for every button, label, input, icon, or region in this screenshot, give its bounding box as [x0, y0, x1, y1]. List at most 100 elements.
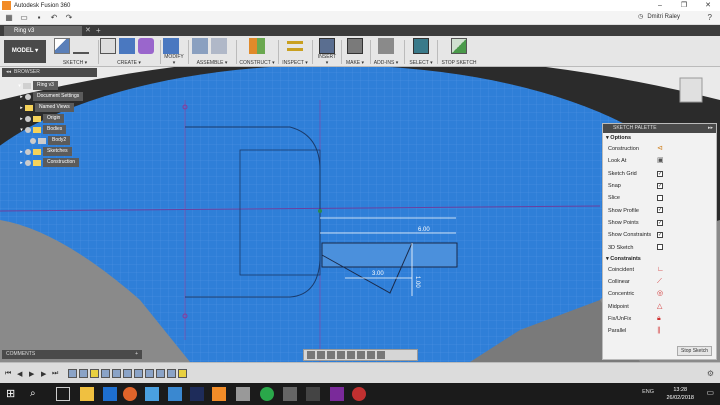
constraint-coincident[interactable]: Coincident ∟	[603, 264, 716, 276]
parallel-icon[interactable]: ∥	[657, 327, 665, 335]
expand-icon[interactable]: ▸	[18, 94, 25, 100]
timeline-step[interactable]	[123, 369, 132, 378]
firefox-icon[interactable]	[123, 387, 137, 401]
expand-icon[interactable]: ▸	[18, 116, 25, 122]
expand-icon[interactable]: ▸	[18, 160, 25, 166]
file-explorer-icon[interactable]	[80, 387, 94, 401]
grid-settings-icon[interactable]	[367, 351, 375, 359]
timeline-step[interactable]	[156, 369, 165, 378]
tree-node-construction[interactable]: ▸ Construction	[18, 158, 80, 167]
visibility-eye-icon[interactable]	[25, 115, 31, 122]
visibility-eye-icon[interactable]	[25, 159, 31, 166]
show-profile-checkbox[interactable]: ✓	[657, 207, 663, 214]
inspect-group[interactable]: INSPECT ▾	[282, 38, 308, 66]
concentric-icon[interactable]: ◎	[657, 290, 665, 298]
display-settings-icon[interactable]	[357, 351, 365, 359]
construction-toggle-icon[interactable]: ⊲	[657, 145, 665, 153]
dimension-3-label[interactable]: 3.00	[372, 271, 384, 277]
dimension-6-label[interactable]: 6.00	[418, 227, 430, 233]
dimension-1-label[interactable]: 1.00	[414, 276, 420, 288]
workspace-mode-button[interactable]: MODEL ▾	[4, 40, 46, 63]
sketch-rectangle[interactable]	[321, 242, 458, 268]
minimize-button[interactable]: –	[648, 0, 672, 11]
option-sketch-grid[interactable]: Sketch Grid ✓	[603, 168, 716, 180]
palette-header[interactable]: SKETCH PALETTE ▸▸	[603, 124, 716, 133]
make-group[interactable]: MAKE ▾	[344, 38, 366, 66]
add-comment-icon[interactable]: +	[135, 350, 138, 359]
timeline-step[interactable]	[79, 369, 88, 378]
language-indicator[interactable]: ENG	[642, 389, 654, 395]
viewports-icon[interactable]	[377, 351, 385, 359]
calculator-icon[interactable]	[236, 387, 250, 401]
select-icon[interactable]	[413, 38, 429, 54]
constraint-collinear[interactable]: Collinear ⟋	[603, 276, 716, 288]
step-back-icon[interactable]: ◀	[17, 370, 22, 378]
expand-icon[interactable]: ▸	[18, 105, 25, 111]
assemble-label[interactable]: ASSEMBLE ▾	[192, 60, 232, 66]
option-show-points[interactable]: Show Points ✓	[603, 217, 716, 229]
stop-sketch-label[interactable]: STOP SKETCH	[440, 60, 478, 66]
app-icon[interactable]	[283, 387, 297, 401]
modify-label[interactable]: MODIFY ▾	[163, 54, 185, 66]
timeline-settings-gear-icon[interactable]: ⚙	[707, 369, 714, 378]
timeline-step[interactable]	[178, 369, 187, 378]
sketch-grid-checkbox[interactable]: ✓	[657, 170, 663, 177]
constraint-midpoint[interactable]: Midpoint △	[603, 301, 716, 313]
task-view-icon[interactable]	[56, 387, 70, 401]
tree-node-body2[interactable]: Body2	[30, 136, 71, 145]
new-component-icon[interactable]	[192, 38, 208, 54]
make-label[interactable]: MAKE ▾	[344, 60, 366, 66]
3d-sketch-checkbox[interactable]	[657, 244, 663, 251]
go-to-start-icon[interactable]: ⏮	[5, 370, 11, 378]
snap-checkbox[interactable]: ✓	[657, 182, 663, 189]
origin-point[interactable]	[318, 209, 322, 213]
insert-label[interactable]: INSERT ▾	[316, 54, 338, 66]
sphere-icon[interactable]	[138, 38, 154, 54]
addins-group[interactable]: ADD-INS ▾	[372, 38, 400, 66]
create-group[interactable]: CREATE ▾	[100, 38, 158, 66]
visibility-eye-icon[interactable]	[25, 126, 31, 133]
windows-start-icon[interactable]: ⊞	[6, 387, 20, 401]
data-panel-grid-icon[interactable]: ▦	[3, 12, 15, 24]
tree-label[interactable]: Origin	[43, 114, 65, 123]
notifications-icon[interactable]: ▭	[706, 388, 714, 397]
user-name[interactable]: Dmitri Raley	[647, 14, 680, 20]
modify-group[interactable]: MODIFY ▾	[163, 38, 185, 66]
orbit-icon[interactable]	[307, 351, 315, 359]
tree-node-root[interactable]: ▾ Ring v3	[16, 81, 58, 90]
clock-icon[interactable]: ◷	[638, 13, 643, 20]
assemble-group[interactable]: ASSEMBLE ▾	[192, 38, 232, 66]
go-to-end-icon[interactable]: ⏭	[52, 370, 58, 378]
new-tab-icon[interactable]: +	[96, 25, 101, 36]
file-menu-icon[interactable]: ▭	[18, 12, 30, 24]
collapse-icon[interactable]: ◂◂	[6, 68, 11, 77]
search-icon[interactable]: ⌕	[30, 387, 44, 401]
option-3d-sketch[interactable]: 3D Sketch	[603, 241, 716, 253]
look-at-icon[interactable]: ▣	[657, 157, 665, 165]
options-section-header[interactable]: ▾ Options	[603, 133, 716, 143]
show-constraints-checkbox[interactable]: ✓	[657, 232, 663, 239]
tree-node-origin[interactable]: ▸ Origin	[18, 114, 65, 123]
3d-print-icon[interactable]	[347, 38, 363, 54]
undo-icon[interactable]: ↶	[48, 12, 60, 24]
line-icon[interactable]	[73, 38, 89, 54]
lock-icon[interactable]: 🔒︎	[657, 315, 665, 323]
offset-plane-icon[interactable]	[249, 38, 265, 54]
scripts-addins-icon[interactable]	[378, 38, 394, 54]
expand-icon[interactable]: ▸	[18, 149, 25, 155]
stop-sketch-button[interactable]: Stop Sketch	[677, 346, 712, 356]
option-slice[interactable]: Slice	[603, 192, 716, 204]
timeline-step[interactable]	[68, 369, 77, 378]
midpoint-icon[interactable]: △	[657, 303, 665, 311]
insert-image-icon[interactable]	[319, 38, 335, 54]
collinear-icon[interactable]: ⟋	[657, 278, 665, 286]
tree-node-sketches[interactable]: ▸ Sketches	[18, 147, 72, 156]
app-icon[interactable]	[306, 387, 320, 401]
expand-icon[interactable]: ▾	[16, 83, 23, 89]
insert-group[interactable]: INSERT ▾	[316, 38, 338, 66]
app-icon[interactable]	[145, 387, 159, 401]
edge-browser-icon[interactable]	[103, 387, 117, 401]
look-at-icon[interactable]	[317, 351, 325, 359]
slice-checkbox[interactable]	[657, 195, 663, 202]
select-label[interactable]: SELECT ▾	[408, 60, 434, 66]
